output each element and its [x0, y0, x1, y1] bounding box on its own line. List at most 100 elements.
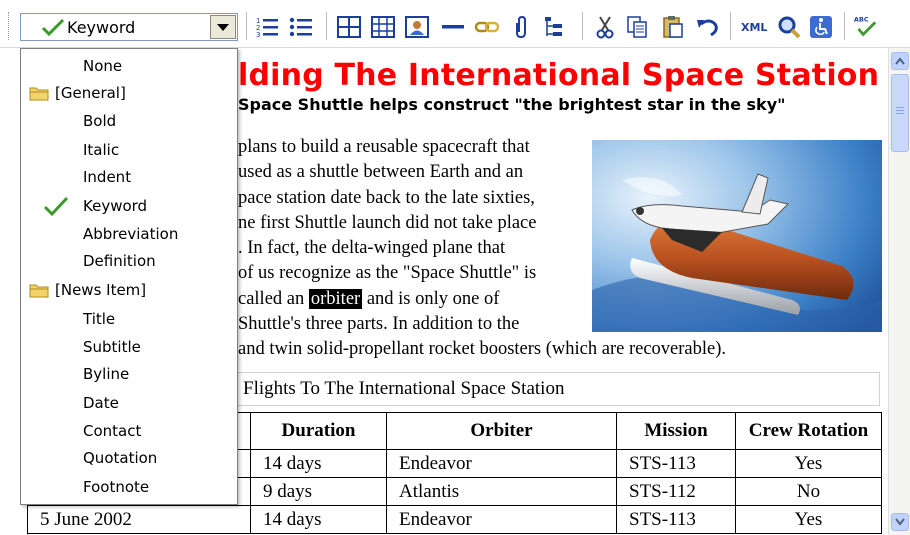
spell-check-icon[interactable]: ABC: [852, 14, 878, 40]
style-group[interactable]: [General]: [21, 81, 237, 105]
table-cell: Atlantis: [386, 477, 617, 506]
scroll-down-button[interactable]: [891, 513, 909, 531]
undo-icon[interactable]: [694, 14, 720, 40]
style-option-selected[interactable]: Keyword: [21, 194, 237, 218]
table-row: 5 June 2002 14 days Endeavor STS-113 Yes: [27, 505, 882, 534]
page-title: lding The International Space Station: [238, 58, 880, 93]
style-option[interactable]: Contact: [21, 419, 237, 443]
check-icon: [41, 18, 65, 37]
cut-icon[interactable]: [592, 14, 618, 40]
paragraph-line: and twin solid-propellant rocket booster…: [238, 339, 727, 360]
table-cell: Endeavor: [386, 505, 617, 534]
style-option-label: Indent: [83, 168, 132, 186]
style-option[interactable]: Italic: [21, 138, 237, 162]
style-option[interactable]: Subtitle: [21, 335, 237, 359]
toolbar-separator: [246, 12, 247, 40]
attachment-icon[interactable]: [508, 14, 534, 40]
style-group-label: [General]: [55, 84, 126, 102]
table-cell: 14 days: [250, 449, 387, 478]
style-option-label: Definition: [83, 252, 156, 270]
style-combo-dropdown-button[interactable]: [210, 15, 236, 39]
style-option[interactable]: Bold: [21, 109, 237, 133]
style-option[interactable]: Definition: [21, 249, 237, 273]
style-option[interactable]: Footnote: [21, 475, 237, 499]
table-cell: Yes: [735, 449, 882, 478]
horizontal-rule-icon[interactable]: [440, 14, 466, 40]
table-cell: 9 days: [250, 477, 387, 506]
accessibility-icon[interactable]: [808, 14, 834, 40]
paragraph-text: and is only one of: [362, 288, 500, 309]
toolbar-separator: [582, 12, 583, 40]
style-option-label: None: [83, 57, 123, 75]
paragraph-text: called an: [238, 288, 309, 309]
table-header-cell: Crew Rotation: [735, 412, 882, 450]
table-caption: Flights To The International Space Stati…: [236, 372, 880, 406]
chevron-down-icon: [217, 23, 229, 31]
table-cell: STS-113: [616, 505, 736, 534]
table-cell: 14 days: [250, 505, 387, 534]
style-option-label: Keyword: [83, 197, 148, 215]
numbered-list-icon[interactable]: 1 2 3: [254, 14, 280, 40]
toolbar-separator: [730, 12, 731, 40]
paragraph-line: of us recognize as the "Space Shuttle" i…: [238, 263, 537, 284]
table-cell: No: [735, 477, 882, 506]
paragraph-line: ne first Shuttle launch did not take pla…: [238, 212, 537, 233]
style-option-label: Abbreviation: [83, 225, 179, 243]
style-option-label: Byline: [83, 365, 130, 383]
paragraph-line: Shuttle's three parts. In addition to th…: [238, 314, 520, 335]
style-option[interactable]: Date: [21, 391, 237, 415]
table-grid-icon[interactable]: [370, 14, 396, 40]
style-option-label: Italic: [83, 141, 120, 159]
paragraph-line: plans to build a reusable spacecraft tha…: [238, 137, 530, 157]
selected-keyword[interactable]: orbiter: [308, 288, 363, 309]
toolbar: Keyword 1 2 3 XML ABC: [0, 0, 910, 48]
style-option-label: Footnote: [83, 478, 150, 496]
style-option-label: Title: [83, 310, 116, 328]
table-header-cell: Mission: [616, 412, 736, 450]
folder-icon: [29, 87, 49, 101]
style-combo-value: Keyword: [67, 17, 136, 37]
image-icon[interactable]: [404, 14, 430, 40]
paragraph-line: called an orbiter and is only one of: [238, 287, 598, 312]
toolbar-separator: [844, 12, 845, 40]
style-option-label: Contact: [83, 422, 142, 440]
page-subtitle: Space Shuttle helps construct "the brigh…: [238, 95, 786, 114]
paragraph-line: . In fact, the delta-winged plane that: [238, 238, 506, 259]
svg-text:3: 3: [256, 31, 260, 38]
style-option-label: Date: [83, 394, 119, 412]
chevron-up-icon: [895, 57, 905, 65]
svg-text:XML: XML: [741, 21, 767, 34]
style-option[interactable]: Quotation: [21, 446, 237, 470]
paragraph-line: used as a shuttle between Earth and an: [238, 162, 524, 183]
table-cell: Endeavor: [386, 449, 617, 478]
style-option[interactable]: Indent: [21, 165, 237, 189]
style-group[interactable]: [News Item]: [21, 278, 237, 302]
scroll-thumb[interactable]: [891, 74, 909, 152]
bullet-list-icon[interactable]: [288, 14, 314, 40]
style-option[interactable]: Title: [21, 307, 237, 331]
table-header-cell: Orbiter: [386, 412, 617, 450]
table-icon[interactable]: [336, 14, 362, 40]
style-option[interactable]: Byline: [21, 362, 237, 386]
style-dropdown-list: None [General] Bold Italic Indent Keywor…: [20, 48, 238, 505]
copy-icon[interactable]: [624, 14, 650, 40]
style-combo[interactable]: Keyword: [20, 13, 238, 41]
tree-icon[interactable]: [540, 14, 566, 40]
toolbar-grip[interactable]: [8, 12, 11, 40]
scroll-up-button[interactable]: [891, 52, 909, 70]
link-icon[interactable]: [474, 14, 500, 40]
vertical-scrollbar[interactable]: [888, 48, 910, 535]
svg-text:ABC: ABC: [854, 15, 869, 23]
find-icon[interactable]: [776, 14, 802, 40]
check-icon: [43, 196, 69, 217]
table-header-cell: Duration: [250, 412, 387, 450]
paste-icon[interactable]: [660, 14, 686, 40]
style-group-label: [News Item]: [55, 281, 147, 299]
xml-icon[interactable]: XML: [740, 14, 770, 40]
table-cell: STS-112: [616, 477, 736, 506]
chevron-down-icon: [895, 518, 905, 526]
style-option[interactable]: Abbreviation: [21, 222, 237, 246]
table-cell: STS-113: [616, 449, 736, 478]
style-option[interactable]: None: [21, 54, 237, 78]
table-cell: 5 June 2002: [27, 505, 251, 534]
